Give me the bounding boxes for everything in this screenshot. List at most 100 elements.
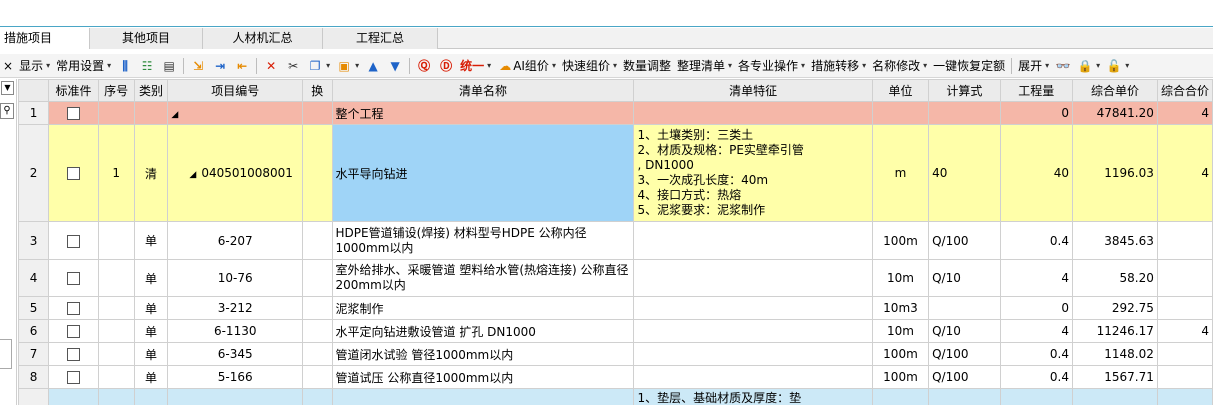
table-row[interactable]: 1 ◢ 整个工程 0 47841.20 4 <box>17 101 1213 125</box>
std-checkbox[interactable] <box>66 302 80 315</box>
cat-cell[interactable]: 单 <box>133 259 169 297</box>
code-cell[interactable]: ◢ <box>167 101 304 125</box>
lock-quota-button[interactable]: Ⓠ <box>413 54 435 77</box>
std-checkbox-cell[interactable] <box>48 388 99 405</box>
table-row[interactable]: 8 单 5-166 管道试压 公称直径1000mm以内 100m Q/100 0… <box>17 365 1213 389</box>
price-cell[interactable]: 58.20 <box>1072 259 1158 297</box>
table-row[interactable]: 3 单 6-207 HDPE管道铺设(焊接) 材料型号HDPE 公称内径1000… <box>17 221 1213 260</box>
seq-cell[interactable] <box>97 388 135 405</box>
quick-price-menu[interactable]: 快速组价 ▾ <box>559 54 620 77</box>
feature-cell[interactable] <box>633 365 873 389</box>
find-button[interactable]: 👓 <box>1052 54 1074 77</box>
swap-cell[interactable] <box>302 124 333 222</box>
qty-cell[interactable]: 0 <box>999 296 1074 320</box>
cat-cell[interactable]: 单 <box>133 221 169 260</box>
unit-cell[interactable]: 10m <box>871 319 930 343</box>
header-total[interactable]: 综合合价 <box>1156 79 1213 102</box>
total-cell[interactable]: 4 <box>1156 319 1213 343</box>
header-name[interactable]: 清单名称 <box>331 79 635 102</box>
unit-cell[interactable]: 100m <box>871 221 930 260</box>
unit-cell[interactable] <box>871 101 930 125</box>
formula-cell[interactable] <box>928 296 1001 320</box>
std-checkbox[interactable] <box>66 348 80 361</box>
header-feature[interactable]: 清单特征 <box>633 79 873 102</box>
formula-cell[interactable]: Q/10 <box>928 319 1001 343</box>
std-checkbox-cell[interactable] <box>48 101 99 125</box>
name-cell[interactable]: 泥浆制作 <box>331 296 635 320</box>
std-checkbox[interactable] <box>66 167 80 180</box>
paste-special-button[interactable]: ▤ <box>158 54 180 77</box>
code-cell[interactable]: 6-207 <box>167 221 304 260</box>
insert-row-button[interactable]: ⇲ <box>187 54 209 77</box>
feature-cell[interactable] <box>633 259 873 297</box>
std-checkbox-cell[interactable] <box>48 259 99 297</box>
header-qty[interactable]: 工程量 <box>999 79 1074 102</box>
std-checkbox-cell[interactable] <box>48 124 99 222</box>
ai-price-button[interactable]: ☁ AI组价 ▾ <box>494 54 559 77</box>
specialty-ops-menu[interactable]: 各专业操作 ▾ <box>735 54 808 77</box>
name-cell[interactable] <box>331 388 635 405</box>
std-checkbox-cell[interactable] <box>48 365 99 389</box>
total-cell[interactable] <box>1156 259 1213 297</box>
cut-button[interactable]: ✂ <box>282 54 304 77</box>
delete-button[interactable]: ✕ <box>260 54 282 77</box>
close-panel-button[interactable]: × <box>0 54 16 77</box>
unlock-quota-button[interactable]: Ⓓ <box>435 54 457 77</box>
swap-cell[interactable] <box>302 296 333 320</box>
header-unit[interactable]: 单位 <box>871 79 930 102</box>
name-cell[interactable]: 管道试压 公称直径1000mm以内 <box>331 365 635 389</box>
code-cell[interactable]: 6-1130 <box>167 319 304 343</box>
formula-cell[interactable]: Q/10 <box>928 259 1001 297</box>
unit-cell[interactable]: 10m <box>871 259 930 297</box>
seq-cell[interactable] <box>97 342 135 366</box>
tab-project-summary[interactable]: 工程汇总 <box>323 28 438 49</box>
copy-button[interactable]: ❐ ▾ <box>304 54 333 77</box>
std-checkbox-cell[interactable] <box>48 319 99 343</box>
name-cell[interactable]: 管道闭水试验 管径1000mm以内 <box>331 342 635 366</box>
table-row[interactable]: 2 1 清 ◢ 040501008001 水平导向钻进 1、土壤类别：三类土 2、… <box>17 124 1213 222</box>
seq-cell[interactable] <box>97 101 135 125</box>
price-cell[interactable]: 11246.17 <box>1072 319 1158 343</box>
total-cell[interactable] <box>1156 221 1213 260</box>
feature-cell[interactable] <box>633 296 873 320</box>
swap-cell[interactable] <box>302 259 333 297</box>
name-cell[interactable]: 室外给排水、采暖管道 塑料给水管(热熔连接) 公称直径200mm以内 <box>331 259 635 297</box>
feature-cell[interactable]: 1、垫层、基础材质及厚度：垫 <box>633 388 873 405</box>
measure-transfer-menu[interactable]: 措施转移 ▾ <box>808 54 869 77</box>
total-cell[interactable] <box>1156 388 1213 405</box>
swap-cell[interactable] <box>302 101 333 125</box>
panel-dropdown[interactable]: ▼ <box>1 81 14 95</box>
feature-cell[interactable]: 1、土壤类别：三类土 2、材质及规格：PE实壁牵引管 , DN1000 3、一次… <box>633 124 873 222</box>
header-swap[interactable]: 换 <box>302 79 333 102</box>
feature-cell[interactable] <box>633 319 873 343</box>
name-cell[interactable]: 水平定向钻进敷设管道 扩孔 DN1000 <box>331 319 635 343</box>
common-settings-menu[interactable]: 常用设置 ▾ <box>53 54 114 77</box>
name-cell[interactable]: HDPE管道铺设(焊接) 材料型号HDPE 公称内径1000mm以内 <box>331 221 635 260</box>
table-row[interactable]: 6 单 6-1130 水平定向钻进敷设管道 扩孔 DN1000 10m Q/10… <box>17 319 1213 343</box>
panel-field[interactable] <box>0 339 12 369</box>
cat-cell[interactable]: 单 <box>133 296 169 320</box>
name-cell[interactable]: 整个工程 <box>331 101 635 125</box>
tab-measures[interactable]: 措施项目 <box>0 28 90 49</box>
move-down-button[interactable]: ▼ <box>384 54 406 77</box>
price-cell[interactable]: 47841.20 <box>1072 101 1158 125</box>
code-cell[interactable]: 10-76 <box>167 259 304 297</box>
lock-button[interactable]: 🔒 ▾ <box>1074 54 1103 77</box>
unit-cell[interactable]: 10m3 <box>871 296 930 320</box>
restore-quota-button[interactable]: 一键恢复定额 <box>930 54 1008 77</box>
cat-cell[interactable] <box>133 101 169 125</box>
header-formula[interactable]: 计算式 <box>928 79 1001 102</box>
seq-cell[interactable] <box>97 296 135 320</box>
header-price[interactable]: 综合单价 <box>1072 79 1158 102</box>
price-cell[interactable]: 1196.03 <box>1072 124 1158 222</box>
table-row[interactable]: 4 单 10-76 室外给排水、采暖管道 塑料给水管(热熔连接) 公称直径200… <box>17 259 1213 297</box>
paste-button[interactable]: ▣ ▾ <box>333 54 362 77</box>
code-cell[interactable]: 3-212 <box>167 296 304 320</box>
seq-cell[interactable] <box>97 221 135 260</box>
seq-cell[interactable] <box>97 259 135 297</box>
append-row-button[interactable]: ⇤ <box>231 54 253 77</box>
header-cat[interactable]: 类别 <box>133 79 169 102</box>
tab-other-items[interactable]: 其他项目 <box>90 28 203 49</box>
total-cell[interactable] <box>1156 296 1213 320</box>
list-tree-button[interactable]: ☷ <box>136 54 158 77</box>
